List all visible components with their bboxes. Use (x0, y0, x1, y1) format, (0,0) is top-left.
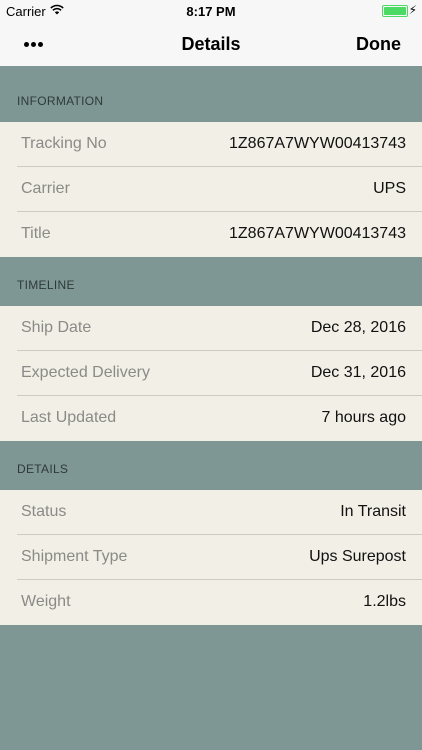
row-status[interactable]: Status In Transit (0, 490, 422, 535)
timeline-group: Ship Date Dec 28, 2016 Expected Delivery… (0, 306, 422, 441)
section-header-label: TIMELINE (17, 278, 75, 292)
section-header-timeline: TIMELINE (0, 257, 422, 306)
row-shipment-type[interactable]: Shipment Type Ups Surepost (0, 535, 422, 580)
row-value: In Transit (340, 503, 406, 520)
row-ship-date[interactable]: Ship Date Dec 28, 2016 (0, 306, 422, 351)
row-title[interactable]: Title 1Z867A7WYW00413743 (0, 212, 422, 257)
section-header-information: INFORMATION (0, 66, 422, 122)
done-button[interactable]: Done (356, 34, 401, 55)
row-value: Dec 31, 2016 (310, 364, 406, 381)
row-label: Title (21, 225, 51, 242)
row-label: Expected Delivery (21, 364, 150, 381)
row-carrier[interactable]: Carrier UPS (0, 167, 422, 212)
status-bar: Carrier 8:17 PM ⚡︎ (0, 0, 422, 22)
row-value: Ups Surepost (309, 548, 406, 565)
information-group: Tracking No 1Z867A7WYW00413743 Carrier U… (0, 122, 422, 257)
more-icon[interactable] (24, 34, 48, 54)
row-value: 1Z867A7WYW00413743 (229, 225, 406, 242)
row-value: 1Z867A7WYW00413743 (229, 135, 406, 152)
row-label: Carrier (21, 180, 70, 197)
row-value: Dec 28, 2016 (310, 319, 406, 336)
row-tracking-no[interactable]: Tracking No 1Z867A7WYW00413743 (0, 122, 422, 167)
row-label: Ship Date (21, 319, 92, 336)
section-header-details: DETAILS (0, 441, 422, 490)
navigation-bar: Details Done (0, 22, 422, 66)
row-label: Status (21, 503, 67, 520)
section-header-label: DETAILS (17, 462, 69, 476)
row-value: 1.2lbs (363, 593, 406, 610)
battery-icon (382, 5, 408, 17)
row-value: 7 hours ago (321, 409, 406, 426)
section-header-label: INFORMATION (17, 94, 104, 108)
status-time: 8:17 PM (186, 4, 236, 19)
details-group: Status In Transit Shipment Type Ups Sure… (0, 490, 422, 625)
row-expected-delivery[interactable]: Expected Delivery Dec 31, 2016 (0, 351, 422, 396)
row-label: Last Updated (21, 409, 117, 426)
bolt-icon: ⚡︎ (408, 3, 417, 17)
row-value: UPS (373, 180, 406, 197)
row-label: Tracking No (21, 135, 107, 152)
row-last-updated[interactable]: Last Updated 7 hours ago (0, 396, 422, 441)
row-weight[interactable]: Weight 1.2lbs (0, 580, 422, 625)
row-label: Weight (21, 593, 71, 610)
row-label: Shipment Type (21, 548, 128, 565)
